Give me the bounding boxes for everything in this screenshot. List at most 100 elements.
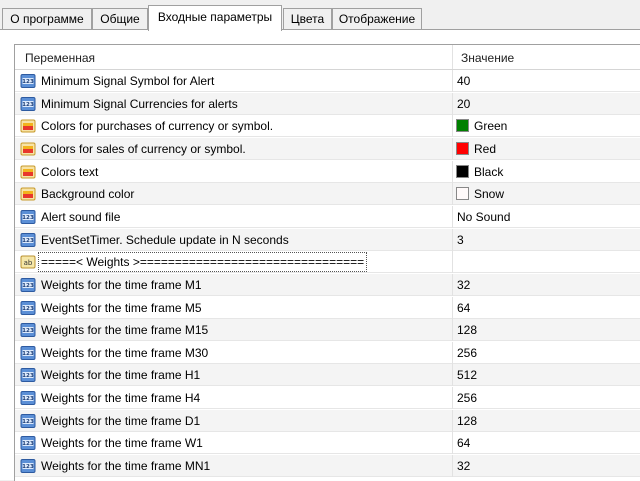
parameter-value[interactable]: 32 — [457, 455, 470, 477]
parameter-name: Weights for the time frame W1 — [41, 436, 203, 451]
column-divider — [452, 409, 453, 432]
parameter-value[interactable]: 64 — [457, 297, 470, 319]
parameter-value[interactable]: 32 — [457, 274, 470, 296]
table-row[interactable]: 123 Weights for the time frame M30 256 — [15, 341, 640, 364]
string-icon: ab — [20, 254, 36, 270]
parameter-name: Minimum Signal Currencies for alerts — [41, 96, 238, 111]
parameter-value[interactable]: Green — [474, 115, 507, 137]
int-icon: 123 — [20, 345, 36, 361]
parameter-name: Weights for the time frame M30 — [41, 345, 209, 360]
svg-text:ab: ab — [24, 259, 33, 267]
table-row[interactable]: 123 Weights for the time frame W1 64 — [15, 432, 640, 455]
table-row[interactable]: 123 Weights for the time frame M1 32 — [15, 273, 640, 296]
parameter-name: Weights for the time frame M15 — [41, 323, 209, 338]
parameter-name: Weights for the time frame M1 — [41, 277, 202, 292]
tab-colors[interactable]: Цвета — [283, 8, 332, 29]
table-row[interactable]: 123 Minimum Signal Symbol for Alert 40 — [15, 70, 640, 92]
column-divider — [452, 296, 453, 319]
column-divider — [452, 137, 453, 160]
parameter-name: Minimum Signal Symbol for Alert — [41, 74, 215, 88]
color-icon — [20, 164, 36, 180]
parameter-value[interactable]: 20 — [457, 93, 470, 115]
table-row[interactable]: 123 Weights for the time frame H4 256 — [15, 387, 640, 410]
color-swatch[interactable] — [456, 187, 469, 201]
tab-general[interactable]: Общие — [92, 8, 148, 29]
column-divider — [452, 251, 453, 274]
parameter-name: Colors text — [41, 164, 99, 179]
svg-text:123: 123 — [22, 396, 34, 402]
column-divider — [452, 45, 453, 69]
column-divider — [452, 319, 453, 342]
int-icon: 123 — [20, 435, 36, 451]
int-icon: 123 — [20, 209, 36, 225]
parameter-name: Background color — [41, 187, 135, 202]
tab-bar: О программе Общие Входные параметры Цвет… — [0, 0, 640, 31]
parameter-value[interactable]: 40 — [457, 70, 470, 92]
table-row[interactable]: 123 Weights for the time frame MN1 32 — [15, 455, 640, 478]
svg-text:123: 123 — [22, 306, 34, 312]
column-header-value[interactable]: Значение — [461, 45, 514, 69]
color-icon — [20, 118, 36, 134]
parameters-grid: Переменная Значение 123 Minimum Signal Sy… — [14, 44, 640, 481]
parameter-value[interactable]: 128 — [457, 410, 477, 432]
grid-header: Переменная Значение — [15, 45, 640, 70]
svg-text:123: 123 — [22, 328, 34, 334]
parameter-value[interactable]: 64 — [457, 432, 470, 454]
tab-input-parameters[interactable]: Входные параметры — [148, 5, 282, 31]
column-header-variable[interactable]: Переменная — [25, 45, 95, 69]
color-swatch[interactable] — [456, 119, 469, 133]
table-row[interactable]: ab =====< Weights >======================… — [15, 251, 640, 274]
svg-text:123: 123 — [22, 374, 34, 380]
table-row[interactable]: 123 EventSetTimer. Schedule update in N s… — [15, 228, 640, 251]
color-swatch[interactable] — [456, 164, 469, 178]
int-icon: 123 — [20, 367, 36, 383]
table-row[interactable]: Colors for purchases of currency or symb… — [15, 115, 640, 138]
parameter-name: EventSetTimer. Schedule update in N seco… — [41, 232, 289, 247]
svg-text:123: 123 — [22, 102, 34, 108]
svg-text:123: 123 — [22, 283, 34, 289]
int-icon: 123 — [20, 277, 36, 293]
int-icon: 123 — [20, 96, 36, 112]
column-divider — [452, 273, 453, 296]
parameter-value[interactable]: 256 — [457, 387, 477, 409]
column-divider — [452, 432, 453, 455]
parameter-value[interactable]: 3 — [457, 229, 464, 251]
table-row[interactable]: 123 Alert sound file No Sound — [15, 205, 640, 228]
table-row[interactable]: 123 Weights for the time frame M5 64 — [15, 296, 640, 319]
parameter-value[interactable]: Black — [474, 161, 503, 183]
color-icon — [20, 186, 36, 202]
tab-display[interactable]: Отображение — [332, 8, 422, 29]
color-swatch[interactable] — [456, 141, 469, 155]
parameter-name: Weights for the time frame M5 — [41, 300, 202, 315]
parameter-value[interactable]: No Sound — [457, 206, 510, 228]
svg-text:123: 123 — [22, 238, 34, 244]
table-row[interactable]: 123 Weights for the time frame H1 512 — [15, 364, 640, 387]
column-divider — [452, 160, 453, 183]
table-row[interactable]: Background color Snow — [15, 183, 640, 206]
column-divider — [452, 387, 453, 410]
table-row[interactable]: 123 Weights for the time frame D1 128 — [15, 409, 640, 432]
parameter-value[interactable]: Snow — [474, 183, 504, 205]
table-row[interactable]: Colors for sales of currency or symbol. R… — [15, 137, 640, 160]
table-row[interactable]: 123 Weights for the time frame M15 128 — [15, 319, 640, 342]
svg-text:123: 123 — [22, 419, 34, 425]
parameter-value[interactable]: 512 — [457, 364, 477, 386]
svg-text:123: 123 — [22, 79, 34, 85]
column-divider — [452, 183, 453, 206]
int-icon: 123 — [20, 232, 36, 248]
parameter-name: Weights for the time frame MN1 — [41, 459, 211, 474]
table-row[interactable]: Colors text Black — [15, 160, 640, 183]
input-parameters-panel: Переменная Значение 123 Minimum Signal Sy… — [0, 30, 640, 481]
parameter-name: Alert sound file — [41, 209, 121, 224]
column-divider — [452, 115, 453, 138]
parameter-value[interactable]: 256 — [457, 342, 477, 364]
parameter-value[interactable]: Red — [474, 138, 496, 160]
column-divider — [452, 364, 453, 387]
int-icon: 123 — [20, 413, 36, 429]
parameter-name: Weights for the time frame H4 — [41, 391, 201, 406]
svg-text:123: 123 — [22, 351, 34, 357]
parameter-value[interactable]: 128 — [457, 319, 477, 341]
table-row[interactable]: 123 Minimum Signal Currencies for alerts 2… — [15, 92, 640, 115]
tab-about[interactable]: О программе — [2, 8, 92, 29]
int-icon: 123 — [20, 458, 36, 474]
